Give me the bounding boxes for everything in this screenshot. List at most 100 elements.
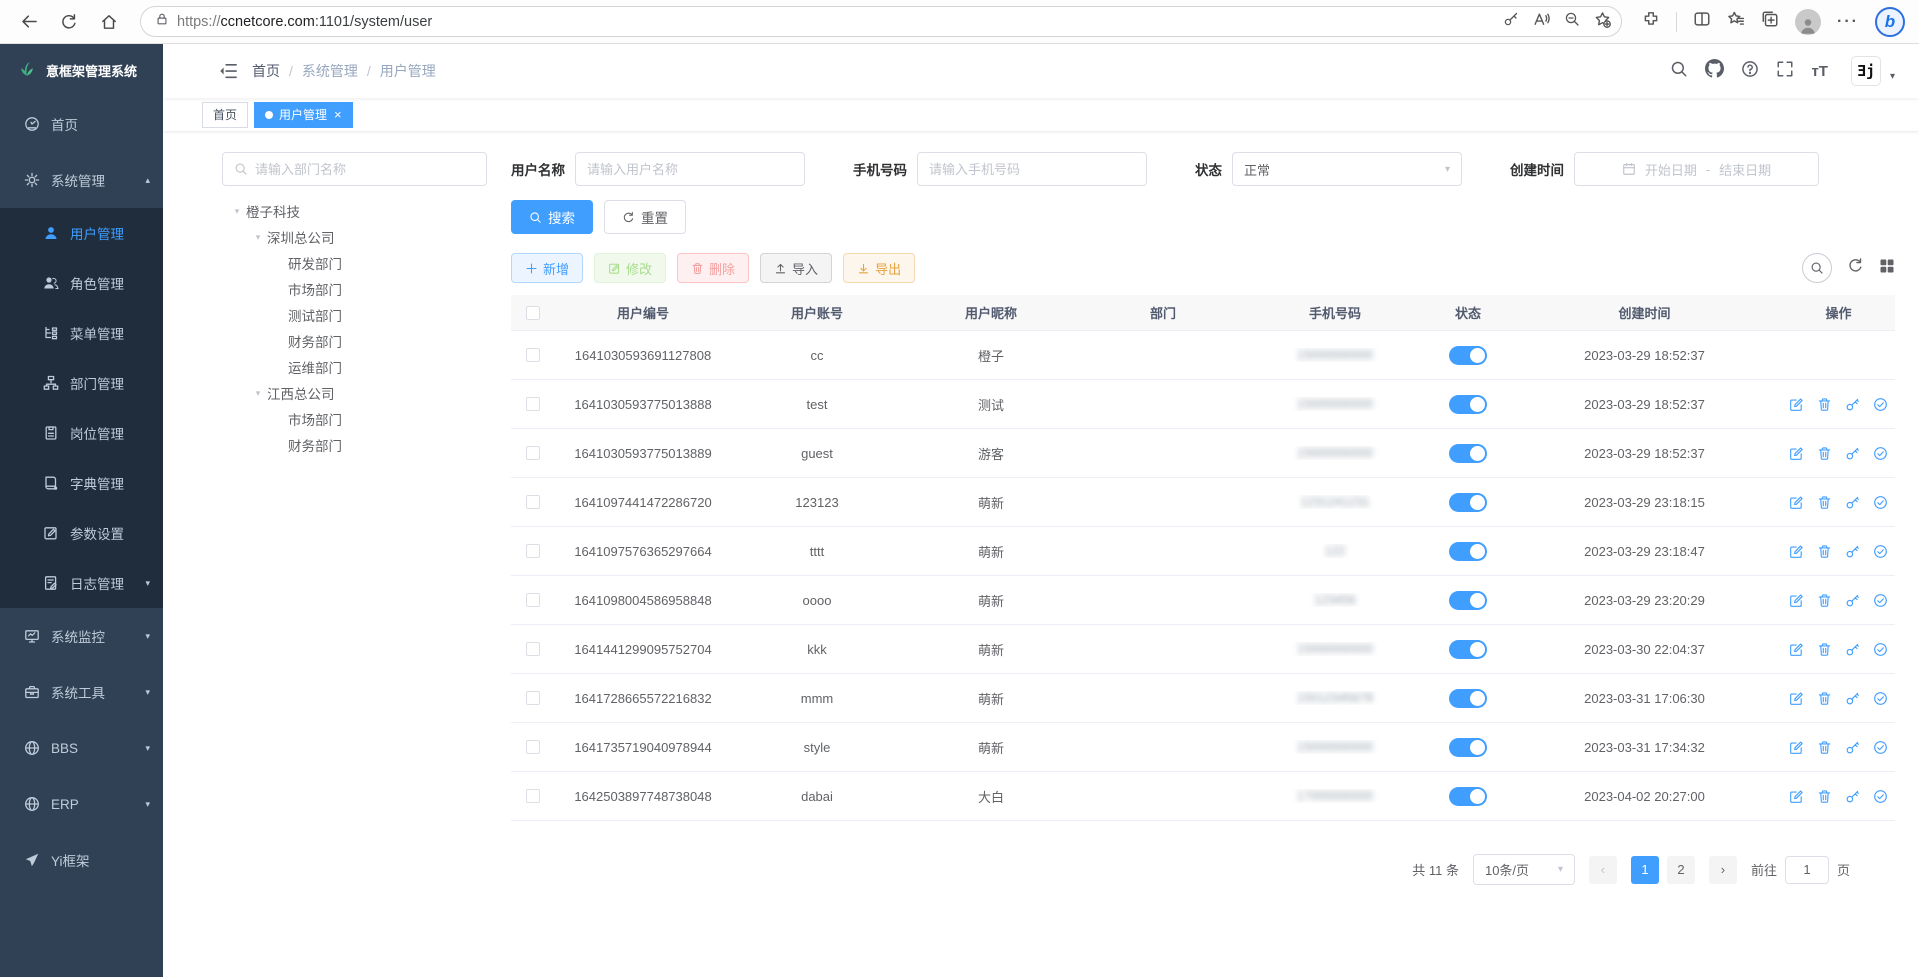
status-toggle[interactable]	[1449, 738, 1487, 757]
sidebar-item-parameters[interactable]: 参数设置	[0, 508, 163, 558]
delete-icon[interactable]	[1817, 446, 1832, 461]
row-checkbox[interactable]	[526, 789, 540, 803]
prev-page-button[interactable]: ‹	[1589, 856, 1617, 884]
reset-password-key-icon[interactable]	[1845, 740, 1860, 755]
more-icon[interactable]: ···	[1837, 13, 1859, 31]
sidebar-item-system[interactable]: 系统管理 ▴	[0, 152, 163, 208]
home-icon[interactable]	[94, 7, 124, 37]
dept-search-field[interactable]	[255, 162, 475, 177]
reset-password-key-icon[interactable]	[1845, 593, 1860, 608]
tab-user-management[interactable]: 用户管理 ×	[254, 102, 353, 128]
reset-password-key-icon[interactable]	[1845, 642, 1860, 657]
extensions-icon[interactable]	[1642, 10, 1660, 33]
delete-icon[interactable]	[1817, 495, 1832, 510]
phone-input[interactable]	[917, 152, 1147, 186]
delete-icon[interactable]	[1817, 691, 1832, 706]
tree-node[interactable]: 运维部门	[222, 354, 487, 380]
page-button[interactable]: 1	[1631, 856, 1659, 884]
status-toggle[interactable]	[1449, 444, 1487, 463]
read-aloud-icon[interactable]	[1533, 11, 1550, 33]
tree-node[interactable]: 研发部门	[222, 250, 487, 276]
page-size-select[interactable]: 10条/页 ▾	[1473, 854, 1575, 885]
status-toggle[interactable]	[1449, 787, 1487, 806]
refresh-icon[interactable]	[1847, 257, 1864, 279]
sidebar-item-dictionary[interactable]: 字典管理	[0, 458, 163, 508]
dept-search-input[interactable]	[222, 152, 487, 186]
export-button[interactable]: 导出	[843, 253, 915, 283]
sidebar-item-menus[interactable]: 菜单管理	[0, 308, 163, 358]
delete-icon[interactable]	[1817, 397, 1832, 412]
username-input[interactable]	[575, 152, 805, 186]
status-toggle[interactable]	[1449, 395, 1487, 414]
url-text[interactable]: https://ccnetcore.com:1101/system/user	[177, 14, 1495, 30]
import-button[interactable]: 导入	[760, 253, 832, 283]
delete-icon[interactable]	[1817, 789, 1832, 804]
password-key-icon[interactable]	[1503, 11, 1519, 32]
github-icon[interactable]	[1705, 59, 1724, 83]
refresh-icon[interactable]	[54, 7, 84, 37]
reset-password-key-icon[interactable]	[1845, 397, 1860, 412]
tab-home[interactable]: 首页	[202, 102, 248, 128]
zoom-out-icon[interactable]	[1564, 11, 1580, 32]
edit-icon[interactable]	[1789, 495, 1804, 510]
caret-down-icon[interactable]: ▾	[1890, 61, 1895, 82]
sidebar-fold-icon[interactable]	[218, 61, 238, 81]
search-button[interactable]: 搜索	[511, 200, 593, 234]
breadcrumb-item[interactable]: 系统管理	[302, 61, 358, 81]
tree-node[interactable]: ▾橙子科技	[222, 198, 487, 224]
sidebar-item-tools[interactable]: 系统工具 ▾	[0, 664, 163, 720]
edit-icon[interactable]	[1789, 544, 1804, 559]
favorite-add-icon[interactable]	[1594, 11, 1611, 33]
assign-check-icon[interactable]	[1873, 446, 1888, 461]
status-toggle[interactable]	[1449, 689, 1487, 708]
goto-page-input[interactable]	[1785, 856, 1829, 884]
caret-down-icon[interactable]: ▾	[228, 206, 246, 217]
tree-node[interactable]: ▾深圳总公司	[222, 224, 487, 250]
status-toggle[interactable]	[1449, 591, 1487, 610]
back-icon[interactable]	[14, 7, 44, 37]
breadcrumb-item[interactable]: 首页	[252, 61, 280, 81]
add-button[interactable]: 新增	[511, 253, 583, 283]
bing-chat-icon[interactable]: b	[1875, 7, 1905, 37]
edit-icon[interactable]	[1789, 789, 1804, 804]
caret-down-icon[interactable]: ▾	[249, 388, 267, 399]
tree-node[interactable]: 市场部门	[222, 276, 487, 302]
sidebar-item-bbs[interactable]: BBS ▾	[0, 720, 163, 776]
date-range-picker[interactable]: 开始日期 - 结束日期	[1574, 152, 1819, 186]
edit-icon[interactable]	[1789, 642, 1804, 657]
row-checkbox[interactable]	[526, 740, 540, 754]
search-icon[interactable]	[1670, 60, 1688, 83]
delete-button[interactable]: 删除	[677, 253, 749, 283]
delete-icon[interactable]	[1817, 544, 1832, 559]
assign-check-icon[interactable]	[1873, 544, 1888, 559]
address-bar[interactable]: https://ccnetcore.com:1101/system/user	[140, 6, 1622, 37]
reset-password-key-icon[interactable]	[1845, 691, 1860, 706]
row-checkbox[interactable]	[526, 544, 540, 558]
font-size-icon[interactable]: тT	[1811, 63, 1828, 80]
edit-button[interactable]: 修改	[594, 253, 666, 283]
username-field[interactable]	[587, 162, 793, 177]
edit-icon[interactable]	[1789, 593, 1804, 608]
profile-icon[interactable]	[1795, 9, 1821, 35]
assign-check-icon[interactable]	[1873, 691, 1888, 706]
sidebar-item-roles[interactable]: 角色管理	[0, 258, 163, 308]
help-icon[interactable]	[1741, 60, 1759, 83]
grid-icon[interactable]	[1879, 258, 1895, 279]
add-collections-icon[interactable]	[1761, 10, 1779, 33]
assign-check-icon[interactable]	[1873, 740, 1888, 755]
tree-node[interactable]: 财务部门	[222, 432, 487, 458]
caret-down-icon[interactable]: ▾	[249, 232, 267, 243]
delete-icon[interactable]	[1817, 642, 1832, 657]
reset-password-key-icon[interactable]	[1845, 446, 1860, 461]
split-screen-icon[interactable]	[1693, 10, 1711, 33]
row-checkbox[interactable]	[526, 446, 540, 460]
status-select[interactable]: 正常 ▾	[1232, 152, 1462, 186]
sidebar-item-departments[interactable]: 部门管理	[0, 358, 163, 408]
sidebar-item-erp[interactable]: ERP ▾	[0, 776, 163, 832]
close-icon[interactable]: ×	[334, 108, 342, 121]
tree-node[interactable]: ▾江西总公司	[222, 380, 487, 406]
search-toggle-icon[interactable]	[1802, 253, 1832, 283]
reset-password-key-icon[interactable]	[1845, 495, 1860, 510]
status-toggle[interactable]	[1449, 346, 1487, 365]
sidebar-item-posts[interactable]: 岗位管理	[0, 408, 163, 458]
